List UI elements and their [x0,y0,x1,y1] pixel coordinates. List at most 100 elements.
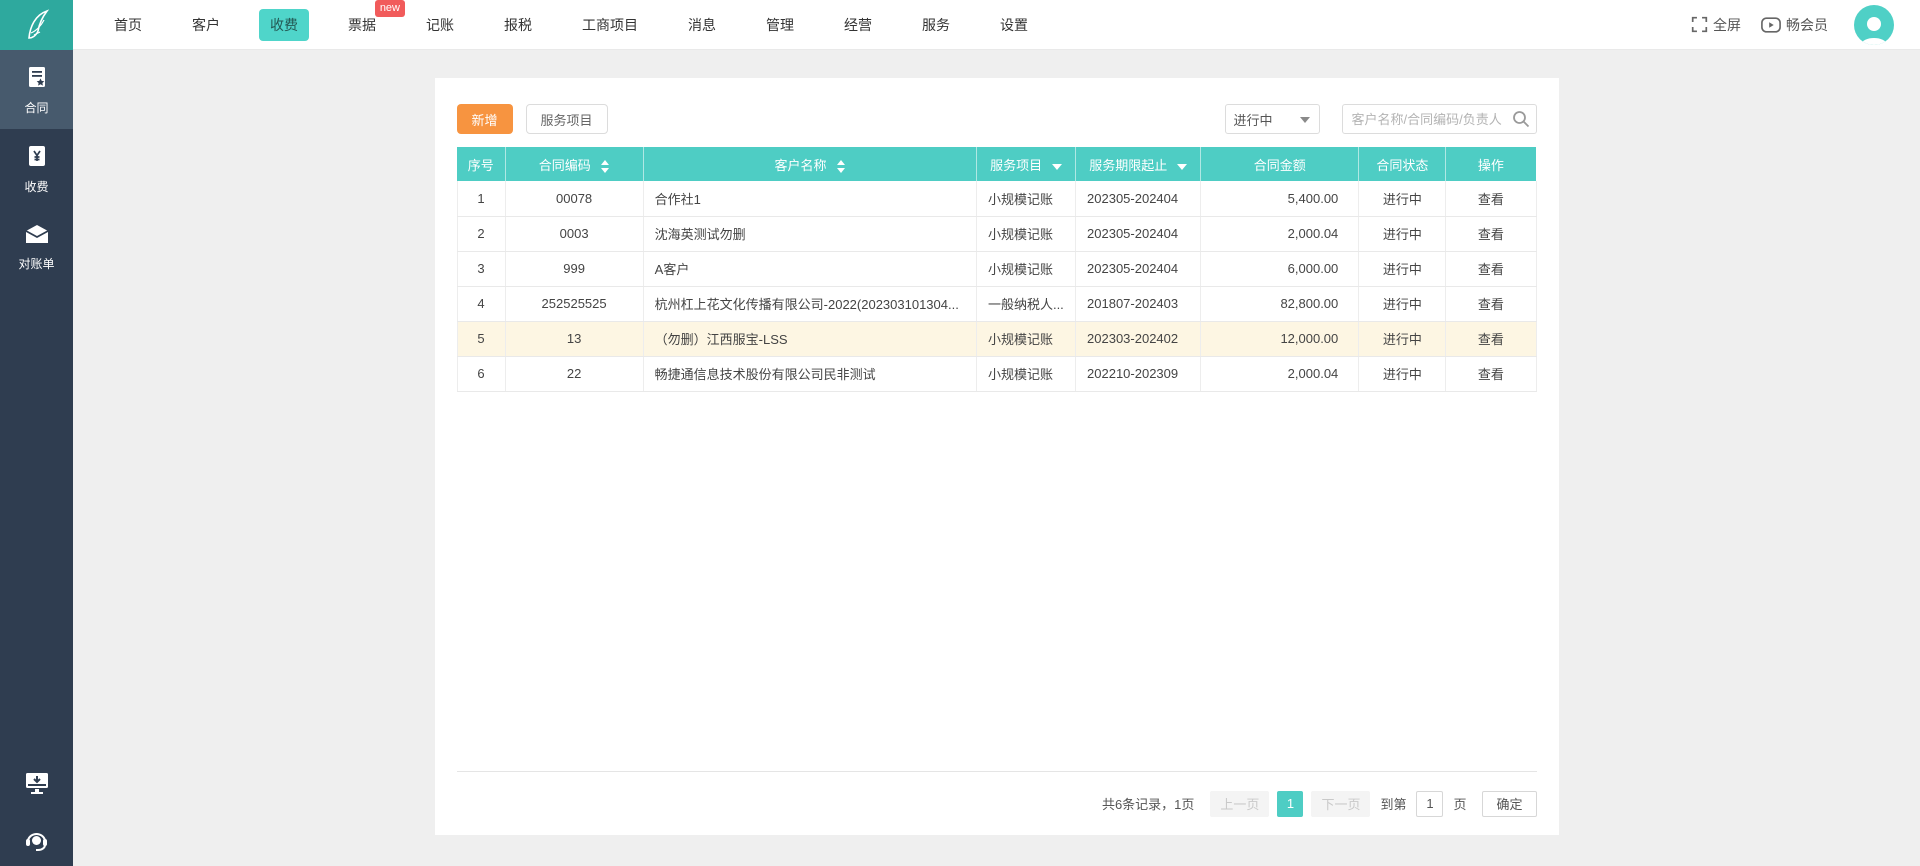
search-icon[interactable] [1511,109,1531,129]
nav-item[interactable]: 消息 [677,9,727,41]
nav-item[interactable]: 服务 [911,9,961,41]
feather-logo-icon [27,8,49,39]
cell-service-period: 201807-202403 [1075,286,1202,322]
view-link[interactable]: 查看 [1478,227,1504,242]
nav-item[interactable]: 经营 [833,9,883,41]
prev-page-button[interactable]: 上一页 [1210,790,1270,817]
column-header[interactable]: 操作 [1445,147,1537,181]
sidebar-item[interactable]: 合同 [0,50,73,129]
add-button[interactable]: 新增 [456,104,513,134]
cell-status: 进行中 [1358,286,1447,322]
fullscreen-icon [1691,16,1708,33]
sort-icon[interactable] [601,159,610,173]
sidebar-item[interactable]: 对账单 [0,208,73,285]
new-badge: new [374,0,405,17]
column-header[interactable]: 合同金额 [1200,147,1360,181]
member-button[interactable]: 畅会员 [1761,15,1828,35]
contract-table: 序号 合同编码 客户名称 服务项目 服务期限起止 合同金额 合同状态 操作 1 … [456,147,1537,392]
view-link[interactable]: 查看 [1478,297,1504,312]
column-header[interactable]: 服务期限起止 [1075,147,1202,181]
cell-seq: 5 [456,321,506,357]
cell-seq: 6 [456,356,506,392]
user-avatar[interactable] [1854,4,1894,45]
service-items-button[interactable]: 服务项目 [525,104,608,134]
cell-service-period: 202210-202309 [1075,356,1202,392]
column-header[interactable]: 合同状态 [1358,147,1447,181]
person-icon [1860,16,1888,45]
nav-item[interactable]: 设置 [989,9,1039,41]
cell-customer-name: 沈海英测试勿删 [643,216,977,252]
cell-customer-name: A客户 [643,251,977,287]
column-header[interactable]: 服务项目 [976,147,1077,181]
main-area: 新增 服务项目 进行中 客户名称/合同编码/负责人 序号 合同编码 客户名称 服… [73,50,1920,866]
cell-service-period: 202303-202402 [1075,321,1202,357]
cell-contract-code: 13 [505,321,644,357]
sidebar-item[interactable]: 收费 [0,129,73,208]
toolbar: 新增 服务项目 进行中 [435,78,1559,134]
cell-seq: 2 [456,216,506,252]
goto-page-input[interactable] [1416,790,1444,817]
table-header-row: 序号 合同编码 客户名称 服务项目 服务期限起止 合同金额 合同状态 操作 [457,147,1537,181]
cell-amount: 5,400.00 [1200,181,1360,217]
pagination: 共6条记录，1页 上一页 1 下一页 到第 页 确定 [456,771,1537,835]
nav-item[interactable]: 客户 [181,9,231,41]
cell-service-item: 小规模记账 [976,321,1077,357]
main-nav: 首页 客户 收费 票据 new 记账 报税 工商项目 消息 管理 经营 服务 设… [89,0,1053,41]
app-logo[interactable] [0,0,73,50]
sort-icon[interactable] [837,159,846,173]
cell-contract-code: 0003 [505,216,644,252]
customer-service-icon[interactable] [24,827,49,852]
play-member-icon [1761,16,1781,33]
cell-customer-name: 杭州杠上花文化传播有限公司-2022(202303101304... [643,286,977,322]
cell-status: 进行中 [1358,251,1447,287]
table-row: 1 00078 合作社1 小规模记账 202305-202404 5,400.0… [456,181,1537,217]
nav-item[interactable]: 工商项目 [571,9,649,41]
cell-seq: 3 [456,251,506,287]
cell-customer-name: （勿删）江西服宝-LSS [643,321,977,357]
nav-item[interactable]: 首页 [103,9,153,41]
cell-seq: 1 [456,181,506,217]
top-bar: 首页 客户 收费 票据 new 记账 报税 工商项目 消息 管理 经营 服务 设… [0,0,1920,50]
record-summary: 共6条记录，1页 [1101,797,1195,812]
view-link[interactable]: 查看 [1478,367,1504,382]
table-row: 3 999 A客户 小规模记账 202305-202404 6,000.00 进… [456,251,1537,287]
column-header[interactable]: 客户名称 [643,147,977,181]
nav-item[interactable]: 记账 [415,9,465,41]
cell-contract-code: 22 [505,356,644,392]
view-link[interactable]: 查看 [1478,192,1504,207]
fullscreen-button[interactable]: 全屏 [1691,15,1741,35]
left-sidebar: 合同 收费 对账单 [0,50,73,866]
search-box [1341,104,1537,134]
cell-status: 进行中 [1358,356,1447,392]
cell-contract-code: 00078 [505,181,644,217]
column-header[interactable]: 合同编码 [505,147,644,181]
cell-service-item: 小规模记账 [976,181,1077,217]
nav-item[interactable]: 收费 [259,8,309,41]
view-link[interactable]: 查看 [1478,262,1504,277]
filter-icon[interactable] [1176,163,1187,170]
client-download-icon[interactable] [24,771,50,795]
current-page-button[interactable]: 1 [1277,790,1304,817]
nav-item[interactable]: 报税 [493,9,543,41]
nav-item[interactable]: 票据 new [337,0,405,41]
goto-confirm-button[interactable]: 确定 [1482,790,1537,817]
cell-status: 进行中 [1358,216,1447,252]
contract-table-wrap: 序号 合同编码 客户名称 服务项目 服务期限起止 合同金额 合同状态 操作 1 … [435,134,1559,392]
cell-amount: 12,000.00 [1200,321,1360,357]
contract-icon [25,65,49,92]
search-input[interactable] [1341,104,1537,134]
next-page-button[interactable]: 下一页 [1311,790,1371,817]
sidebar-bottom [0,771,73,852]
status-filter-select[interactable]: 进行中 [1224,104,1320,134]
column-header[interactable]: 序号 [457,147,506,181]
cell-service-period: 202305-202404 [1075,251,1202,287]
contract-list-card: 新增 服务项目 进行中 客户名称/合同编码/负责人 序号 合同编码 客户名称 服… [434,78,1559,835]
nav-item[interactable]: 管理 [755,9,805,41]
cell-amount: 6,000.00 [1200,251,1360,287]
cell-service-item: 小规模记账 [976,251,1077,287]
view-link[interactable]: 查看 [1478,332,1504,347]
table-row: 2 0003 沈海英测试勿删 小规模记账 202305-202404 2,000… [456,216,1537,252]
filter-icon[interactable] [1051,163,1062,170]
table-row: 6 22 畅捷通信息技术股份有限公司民非测试 小规模记账 202210-2023… [456,356,1537,392]
chevron-down-icon [1299,117,1310,123]
